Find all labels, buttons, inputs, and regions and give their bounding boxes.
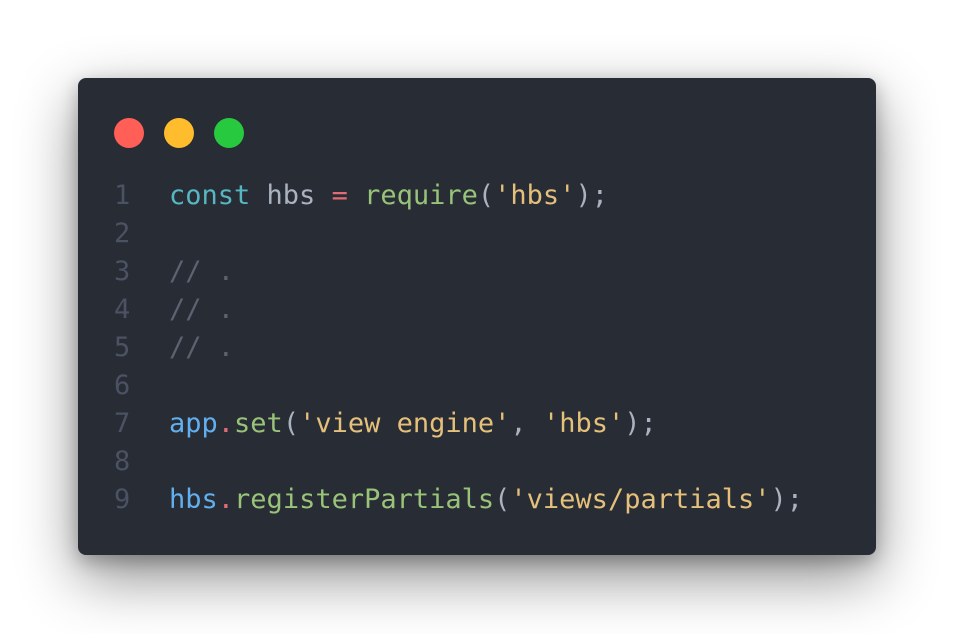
- line-source: // .: [169, 253, 234, 291]
- code-line: 6: [78, 367, 876, 405]
- line-source: // .: [169, 329, 234, 367]
- code-token: .: [217, 484, 235, 515]
- code-token: // .: [169, 256, 235, 287]
- line-number: 8: [114, 446, 131, 477]
- code-block: 1 const hbs = require('hbs'); 2 3// . 4// .5…: [78, 177, 876, 519]
- line-number: 2: [114, 218, 131, 249]
- code-line: 7 app.set('view engine', 'hbs');: [78, 405, 876, 443]
- code-token: // .: [169, 294, 235, 325]
- code-line: 8: [78, 443, 876, 481]
- maximize-dot-icon: [214, 118, 244, 148]
- code-line: 1 const hbs = require('hbs');: [78, 177, 876, 215]
- code-line: 4 // .: [78, 291, 876, 329]
- minimize-dot-icon: [164, 118, 194, 148]
- line-number: 6: [114, 370, 131, 401]
- code-token: hbs: [169, 484, 218, 515]
- code-token: 'hbs': [494, 180, 576, 211]
- line-number: 4: [114, 294, 131, 325]
- code-token: // .: [169, 332, 235, 363]
- code-token: set: [234, 408, 283, 439]
- code-token: 'hbs': [542, 408, 625, 439]
- code-token: ,: [510, 408, 543, 439]
- line-number: 1: [114, 180, 131, 211]
- code-token: 'views/partials': [510, 484, 771, 515]
- line-number: 9: [114, 484, 131, 515]
- code-token: hbs: [250, 180, 332, 211]
- code-token: );: [770, 484, 804, 515]
- code-token: 'view engine': [299, 408, 511, 439]
- line-source: // .: [169, 291, 234, 329]
- line-number: 3: [114, 256, 131, 287]
- close-dot-icon: [114, 118, 144, 148]
- line-source: const hbs = require('hbs');: [169, 177, 608, 215]
- code-token: );: [624, 408, 657, 439]
- line-number: 7: [114, 408, 131, 439]
- code-token: );: [575, 180, 608, 211]
- code-line: 9 hbs.registerPartials('views/partials');: [78, 481, 876, 519]
- code-window: 1 const hbs = require('hbs'); 2 3// . 4// .5…: [78, 78, 876, 555]
- code-line: 5 // .: [78, 329, 876, 367]
- line-source: app.set('view engine', 'hbs');: [169, 405, 657, 443]
- code-token: (: [282, 408, 300, 439]
- code-token: require: [364, 180, 478, 211]
- code-line: 2: [78, 215, 876, 253]
- code-token: (: [494, 484, 511, 515]
- code-token: registerPartials: [234, 484, 495, 515]
- code-token: app: [169, 408, 218, 439]
- line-source: hbs.registerPartials('views/partials');: [169, 481, 803, 519]
- line-number: 5: [114, 332, 131, 363]
- code-token: (: [477, 180, 495, 211]
- code-token: =: [331, 180, 348, 211]
- code-token: .: [217, 408, 235, 439]
- code-line: 3 // .: [78, 253, 876, 291]
- code-token: const: [169, 180, 251, 211]
